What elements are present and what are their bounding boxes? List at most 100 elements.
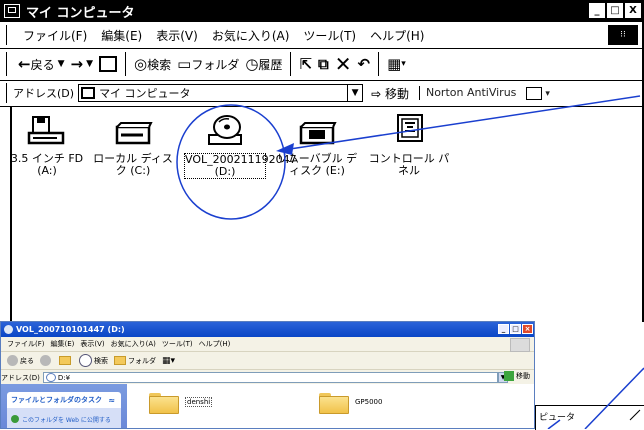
folder-item[interactable]: GP5000: [319, 390, 382, 414]
address-grip[interactable]: [6, 83, 9, 103]
menu-file[interactable]: ファイル(F): [7, 339, 45, 349]
back-button[interactable]: ← 戻る ▼: [15, 55, 68, 73]
drive-item-c[interactable]: ローカル ディスク (C:): [92, 113, 174, 177]
views-button[interactable]: ▦▾: [162, 356, 175, 366]
drive-label: VOL_200211192047 (D:): [184, 153, 297, 179]
norton-antivirus-button[interactable]: Norton AntiVirus ▾: [418, 86, 550, 100]
task-pane: ファイルとフォルダのタスク ≈ このフォルダを Web に公開する: [1, 384, 127, 428]
folder-item[interactable]: denshi: [149, 390, 213, 414]
folder-icon: [149, 390, 179, 414]
folders-button[interactable]: ▭ フォルダ: [174, 55, 242, 73]
folder-view: ファイルとフォルダのタスク ≈ このフォルダを Web に公開する denshi…: [1, 384, 534, 428]
task-pane-header[interactable]: ファイルとフォルダのタスク ≈: [7, 392, 121, 408]
menu-favorites[interactable]: お気に入り(A): [111, 339, 156, 349]
back-label: 戻る: [20, 356, 34, 365]
norton-icon: [525, 86, 542, 100]
address-label: アドレス(D): [13, 87, 75, 100]
search-button[interactable]: ◎ 検索: [131, 55, 174, 73]
history-button[interactable]: ◷ 履歴: [242, 55, 285, 73]
drive-label: リムーバブル ディスク (E:): [276, 152, 358, 177]
views-button[interactable]: ▦ ▾: [384, 55, 409, 73]
up-folder-icon: [59, 356, 71, 365]
menu-favorites[interactable]: お気に入り(A): [212, 27, 290, 44]
menu-view[interactable]: 表示(V): [80, 339, 104, 349]
hard-disk-icon: [115, 122, 153, 145]
drive-item-d[interactable]: VOL_200211192047 (D:): [184, 113, 297, 179]
windows-logo-icon: [510, 338, 530, 352]
publish-to-web-link[interactable]: このフォルダを Web に公開する: [7, 408, 121, 428]
task-item-label: このフォルダを Web に公開する: [22, 416, 111, 424]
address-value: マイ コンピュータ: [99, 87, 191, 100]
undo-button[interactable]: ↶: [355, 55, 374, 73]
cd-drive-icon: [4, 325, 13, 334]
maximize-button[interactable]: □: [607, 3, 623, 18]
toolbar-divider: [125, 52, 127, 76]
forward-button[interactable]: [40, 355, 53, 366]
back-button[interactable]: 戻る: [7, 355, 34, 366]
chevron-up-icon[interactable]: ≈: [108, 396, 115, 405]
search-label: 検索: [147, 57, 172, 72]
chevron-down-icon[interactable]: ▼: [347, 85, 362, 101]
minimize-button[interactable]: _: [498, 324, 509, 334]
cd-drive-icon: [208, 115, 242, 145]
views-icon: ▦: [387, 55, 402, 73]
control-panel-item[interactable]: コントロール パネル: [368, 113, 450, 177]
minimize-button[interactable]: _: [589, 3, 605, 18]
chevron-down-icon[interactable]: ▾: [401, 59, 406, 69]
standard-toolbar: ← 戻る ▼ → ▼ ◎ 検索 ▭ フォルダ ◷ 履歴 ⇱ ⧉ ✕ ↶ ▦ ▾: [0, 48, 644, 81]
menu-grip[interactable]: [6, 25, 9, 45]
menu-edit[interactable]: 編集(E): [51, 339, 75, 349]
search-button[interactable]: 検索: [79, 354, 108, 367]
menu-bar: ファイル(F) 編集(E) 表示(V) お気に入り(A) ツール(T) ヘルプ(…: [1, 337, 534, 352]
drive-item-e[interactable]: リムーバブル ディスク (E:): [276, 113, 358, 177]
address-label: アドレス(D): [1, 373, 40, 382]
drive-label: ローカル ディスク (C:): [93, 152, 173, 177]
address-bar: アドレス(D) マイ コンピュータ ▼ ⇨ 移動 Norton AntiViru…: [0, 80, 644, 107]
menu-tools[interactable]: ツール(T): [303, 27, 356, 44]
maximize-button[interactable]: □: [510, 324, 521, 334]
folders-icon: ▭: [177, 55, 192, 73]
title-bar[interactable]: マイ コンピュータ _ □ X: [0, 0, 644, 22]
menu-help[interactable]: ヘルプ(H): [370, 27, 424, 44]
forward-arrow-icon: [40, 355, 51, 366]
computer-icon: [81, 87, 96, 99]
control-panel-icon: [397, 114, 423, 142]
chevron-down-icon[interactable]: ▼: [86, 59, 93, 69]
toolbar-grip[interactable]: [6, 52, 9, 76]
menu-tools[interactable]: ツール(T): [162, 339, 193, 349]
go-button[interactable]: 移動: [504, 371, 530, 381]
go-button[interactable]: ⇨ 移動: [371, 85, 409, 102]
search-label: 検索: [94, 356, 108, 365]
norton-label: Norton AntiVirus: [425, 86, 517, 100]
menu-file[interactable]: ファイル(F): [23, 27, 87, 44]
drive-item-a[interactable]: 3.5 インチ FD (A:): [6, 113, 88, 177]
chevron-down-icon[interactable]: ▼: [58, 59, 65, 69]
move-to-button[interactable]: ⇱: [296, 55, 315, 73]
address-field[interactable]: マイ コンピュータ ▼: [78, 84, 364, 102]
menu-bar: ファイル(F) 編集(E) 表示(V) お気に入り(A) ツール(T) ヘルプ(…: [0, 22, 644, 49]
delete-button[interactable]: ✕: [332, 52, 355, 76]
menu-help[interactable]: ヘルプ(H): [199, 339, 231, 349]
fragment-title: ピュータ: [539, 413, 576, 423]
close-button[interactable]: ×: [522, 324, 533, 334]
drive-label: 3.5 インチ FD (A:): [10, 152, 84, 177]
windows-logo-icon: ⁝⁝: [608, 25, 638, 45]
folders-icon: [114, 356, 126, 365]
close-button[interactable]: X: [625, 3, 641, 18]
menu-view[interactable]: 表示(V): [156, 27, 198, 44]
copy-to-button[interactable]: ⧉: [315, 55, 332, 73]
chevron-down-icon[interactable]: ▾: [545, 89, 550, 99]
up-folder-button[interactable]: [59, 356, 73, 365]
menu-edit[interactable]: 編集(E): [101, 27, 142, 44]
globe-icon: [11, 415, 19, 423]
task-pane-title: ファイルとフォルダのタスク: [11, 396, 102, 404]
forward-button[interactable]: → ▼: [68, 55, 97, 73]
toolbar-divider: [290, 52, 292, 76]
folders-button[interactable]: フォルダ: [114, 356, 156, 366]
address-field[interactable]: D:¥: [42, 372, 498, 383]
title-bar[interactable]: VOL_200710101447 (D:) _ □ ×: [1, 322, 534, 337]
delete-icon: ✕: [334, 52, 352, 76]
go-arrow-icon: [504, 371, 514, 381]
folders-label: フォルダ: [128, 356, 156, 365]
up-folder-button[interactable]: [96, 56, 120, 72]
